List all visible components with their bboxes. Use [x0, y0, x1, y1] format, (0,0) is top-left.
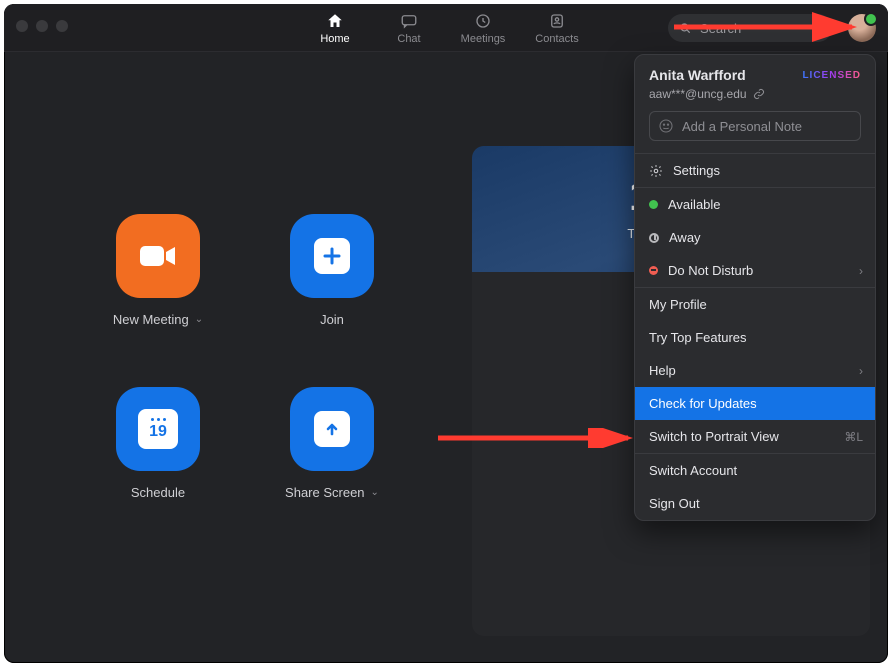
contacts-icon	[520, 12, 594, 30]
share-screen-label: Share Screen	[285, 485, 365, 500]
menu-sign-out[interactable]: Sign Out	[635, 487, 875, 520]
status-away-icon	[649, 233, 659, 243]
menu-check-updates-label: Check for Updates	[649, 396, 757, 411]
status-available-icon	[649, 200, 658, 209]
menu-switch-account-label: Switch Account	[649, 463, 737, 478]
app-window: Home Chat Meetings	[4, 4, 888, 663]
chevron-right-icon: ›	[859, 364, 863, 378]
search-placeholder: Search	[700, 21, 741, 36]
video-icon	[138, 242, 178, 270]
menu-try-top-features[interactable]: Try Top Features	[635, 321, 875, 354]
nav-contacts[interactable]: Contacts	[520, 4, 594, 52]
schedule-label: Schedule	[131, 485, 185, 500]
plus-icon	[314, 238, 350, 274]
calendar-icon: 19	[138, 409, 178, 449]
menu-switch-portrait[interactable]: Switch to Portrait View ⌘L	[635, 420, 875, 453]
nav-home-label: Home	[298, 33, 372, 45]
new-meeting-button[interactable]	[116, 214, 200, 298]
personal-note-placeholder: Add a Personal Note	[682, 119, 802, 134]
home-icon	[298, 12, 372, 30]
menu-help[interactable]: Help ›	[635, 354, 875, 387]
join-button[interactable]	[290, 214, 374, 298]
menu-sign-out-label: Sign Out	[649, 496, 700, 511]
license-badge: LICENSED	[802, 70, 861, 81]
status-dnd-icon	[649, 266, 658, 275]
menu-my-profile[interactable]: My Profile	[635, 288, 875, 321]
menu-status-away[interactable]: Away	[635, 221, 875, 254]
chevron-down-icon[interactable]: ⌄	[195, 314, 203, 325]
personal-note-input[interactable]: Add a Personal Note	[649, 111, 861, 141]
status-away-label: Away	[669, 230, 701, 245]
menu-portrait-label: Switch to Portrait View	[649, 429, 779, 444]
nav-home[interactable]: Home	[298, 4, 372, 52]
search-input[interactable]: Search	[668, 14, 832, 42]
profile-name: Anita Warfford	[649, 67, 746, 83]
smiley-icon	[658, 118, 674, 134]
link-icon	[753, 88, 765, 100]
nav-meetings[interactable]: Meetings	[446, 4, 520, 52]
profile-email: aaw***@uncg.edu	[649, 87, 747, 101]
menu-settings-label: Settings	[673, 163, 720, 178]
status-dnd-label: Do Not Disturb	[668, 263, 753, 278]
menu-help-label: Help	[649, 363, 676, 378]
menu-switch-account[interactable]: Switch Account	[635, 454, 875, 487]
profile-header: Anita Warfford LICENSED aaw***@uncg.edu …	[635, 55, 875, 153]
menu-check-for-updates[interactable]: Check for Updates	[635, 387, 875, 420]
profile-menu: Anita Warfford LICENSED aaw***@uncg.edu …	[634, 54, 876, 521]
titlebar: Home Chat Meetings	[4, 4, 888, 52]
menu-try-top-label: Try Top Features	[649, 330, 747, 345]
schedule-button[interactable]: 19	[116, 387, 200, 471]
menu-settings[interactable]: Settings	[635, 154, 875, 187]
chevron-right-icon: ›	[859, 264, 863, 278]
status-available-label: Available	[668, 197, 721, 212]
clock-icon	[446, 12, 520, 30]
join-label: Join	[320, 312, 344, 327]
menu-status-dnd[interactable]: Do Not Disturb ›	[635, 254, 875, 287]
shortcut-label: ⌘L	[844, 430, 863, 444]
chat-icon	[372, 12, 446, 30]
nav-meetings-label: Meetings	[446, 33, 520, 45]
chevron-down-icon[interactable]: ⌄	[371, 487, 379, 498]
calendar-day: 19	[149, 423, 167, 441]
profile-avatar[interactable]	[848, 14, 876, 42]
menu-my-profile-label: My Profile	[649, 297, 707, 312]
menu-status-available[interactable]: Available	[635, 188, 875, 221]
nav-chat-label: Chat	[372, 33, 446, 45]
nav-contacts-label: Contacts	[520, 33, 594, 45]
gear-icon	[649, 164, 663, 178]
home-tiles: New Meeting ⌄ Join 19	[104, 214, 424, 518]
search-icon	[678, 21, 692, 35]
new-meeting-label: New Meeting	[113, 312, 189, 327]
nav-chat[interactable]: Chat	[372, 4, 446, 52]
share-screen-button[interactable]	[290, 387, 374, 471]
upload-icon	[314, 411, 350, 447]
